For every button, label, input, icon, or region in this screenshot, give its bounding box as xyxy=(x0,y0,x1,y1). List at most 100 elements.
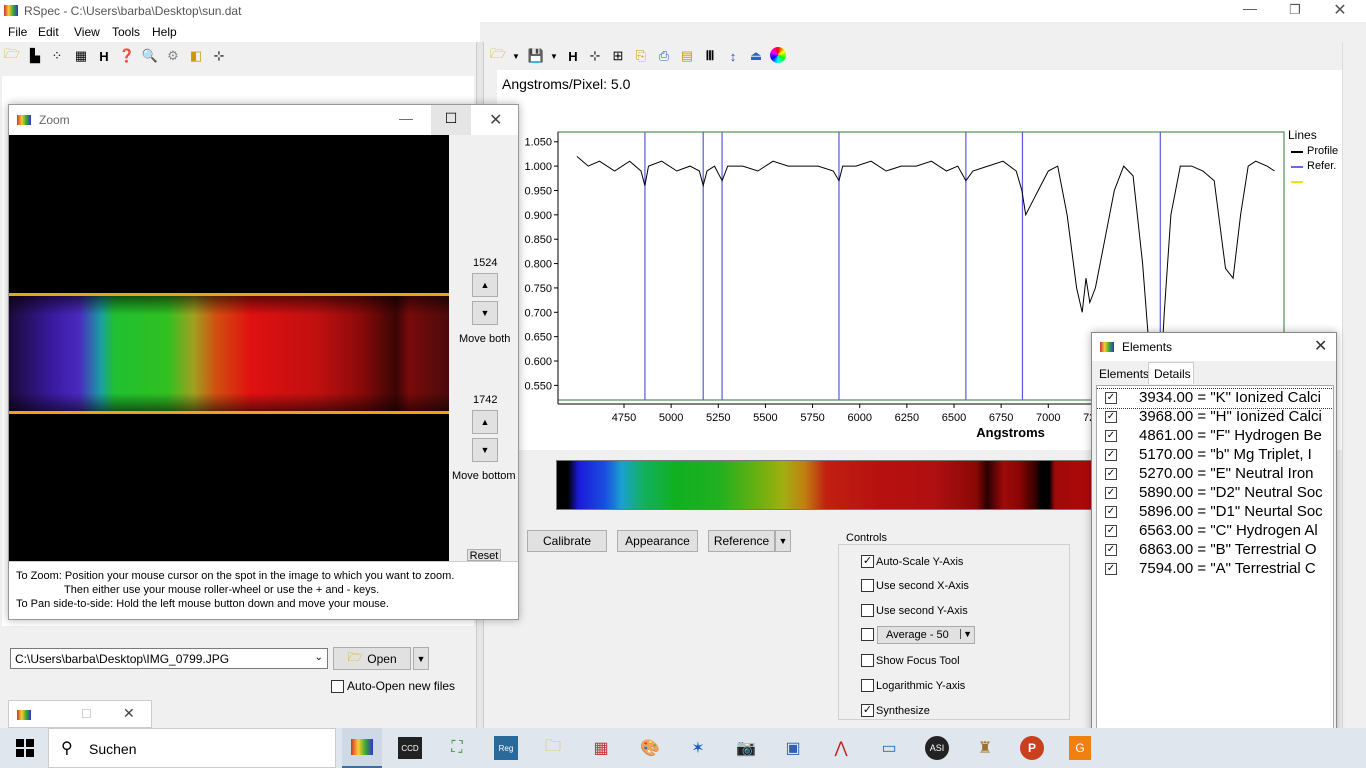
menu-file[interactable]: File xyxy=(8,25,27,39)
element-row[interactable]: ✓ 5890.00 = "D2" Neutral Soc xyxy=(1097,484,1333,503)
mini-window[interactable]: ☐ ✕ xyxy=(8,700,152,728)
open-button[interactable]: 🗁 Open xyxy=(333,647,411,670)
taskbar-stellarium-icon[interactable]: ✶ xyxy=(678,728,718,768)
gear-icon[interactable]: ⚙ xyxy=(164,47,182,65)
average-checkbox[interactable] xyxy=(861,628,874,641)
element-checkbox[interactable]: ✓ xyxy=(1105,506,1117,518)
layers-icon[interactable]: ◧ xyxy=(187,47,205,65)
bottom-marker-line[interactable] xyxy=(9,411,449,414)
element-row[interactable]: ✓ 3968.00 = "H" Ionized Calci xyxy=(1097,408,1333,427)
move-both-down-button[interactable]: ▼ xyxy=(472,301,498,325)
open-folder-icon[interactable]: 🗁 xyxy=(489,46,507,65)
move-bottom-down-button[interactable]: ▼ xyxy=(472,438,498,462)
close-icon[interactable]: ✕ xyxy=(489,110,502,130)
crop-icon[interactable]: ⊹ xyxy=(210,47,228,65)
tab-details[interactable]: Details xyxy=(1148,362,1194,384)
file-path-combo[interactable]: C:\Users\barba\Desktop\IMG_0799.JPG ⌄ xyxy=(10,648,328,669)
taskbar-pdf-icon[interactable]: G xyxy=(1060,728,1100,768)
element-row[interactable]: ✓ 4861.00 = "F" Hydrogen Be xyxy=(1097,427,1333,446)
element-checkbox[interactable]: ✓ xyxy=(1105,563,1117,575)
vertical-scale-icon[interactable]: ↕ xyxy=(724,47,742,65)
zoom-title-bar[interactable]: Zoom — ☐ ✕ xyxy=(9,105,518,135)
element-row[interactable]: ✓ 5896.00 = "D1" Neurtal Soc xyxy=(1097,503,1333,522)
open-folder-icon[interactable]: 🗁 xyxy=(3,46,21,65)
taskbar-paint-icon[interactable]: 🎨 xyxy=(630,728,670,768)
element-row[interactable]: ✓ 3934.00 = "K" Ionized Calci xyxy=(1097,388,1333,409)
second-x-checkbox[interactable] xyxy=(861,579,874,592)
print-icon[interactable]: ⎙ xyxy=(655,47,673,65)
taskbar-camera-icon[interactable]: 📷 xyxy=(726,728,766,768)
help-icon[interactable]: ❓ xyxy=(118,47,136,65)
element-checkbox[interactable]: ✓ xyxy=(1105,392,1117,404)
element-checkbox[interactable]: ✓ xyxy=(1105,449,1117,461)
element-row[interactable]: ✓ 7594.00 = "A" Terrestrial C xyxy=(1097,560,1333,579)
maximize-icon[interactable]: ☐ xyxy=(431,105,471,135)
element-checkbox[interactable]: ✓ xyxy=(1105,430,1117,442)
copy-icon[interactable]: ⎘ xyxy=(632,47,650,65)
menu-edit[interactable]: Edit xyxy=(38,25,59,39)
average-select[interactable]: Average - 50 ▼ xyxy=(877,626,975,644)
minimize-icon[interactable]: — xyxy=(1240,0,1260,22)
taskbar-window-icon[interactable]: ▭ xyxy=(869,728,909,768)
element-row[interactable]: ✓ 6863.00 = "B" Terrestrial O xyxy=(1097,541,1333,560)
taskbar-powerpoint-icon[interactable]: P xyxy=(1012,728,1052,768)
taskbar-registax-icon[interactable]: Reg xyxy=(486,728,526,768)
element-checkbox[interactable]: ✓ xyxy=(1105,468,1117,480)
menu-view[interactable]: View xyxy=(74,25,100,39)
minimize-icon[interactable]: — xyxy=(399,110,413,126)
windows-start-icon[interactable] xyxy=(16,739,34,757)
log-y-checkbox[interactable] xyxy=(861,679,874,692)
restore-icon[interactable]: ❐ xyxy=(1285,2,1305,22)
zoom-image[interactable] xyxy=(9,135,449,561)
move-both-up-button[interactable]: ▲ xyxy=(472,273,498,297)
second-y-checkbox[interactable] xyxy=(861,604,874,617)
chevron-down-icon[interactable]: ▼ xyxy=(507,47,525,65)
element-row[interactable]: ✓ 5170.00 = "b" Mg Triplet, I xyxy=(1097,446,1333,465)
taskbar-asi-icon[interactable]: ASI xyxy=(917,728,957,768)
vertical-scrollbar[interactable] xyxy=(1342,42,1366,728)
taskbar-folder-icon[interactable]: ▣ xyxy=(773,728,813,768)
element-checkbox[interactable]: ✓ xyxy=(1105,525,1117,537)
h-icon[interactable]: H xyxy=(95,47,113,65)
profile-graph-icon[interactable]: ▙ xyxy=(26,47,44,65)
chevron-down-icon[interactable]: ⌄ xyxy=(315,652,323,663)
h-icon[interactable]: H xyxy=(564,47,582,65)
element-row[interactable]: ✓ 5270.00 = "E" Neutral Iron xyxy=(1097,465,1333,484)
close-icon[interactable]: ✕ xyxy=(1314,336,1327,356)
taskbar-rspec-icon[interactable] xyxy=(342,728,382,768)
taskbar-ccd-icon[interactable]: CCD xyxy=(390,728,430,768)
tab-elements[interactable]: Elements xyxy=(1099,367,1149,381)
close-icon[interactable]: ✕ xyxy=(1330,0,1350,22)
measure-icon[interactable]: ▤ xyxy=(678,47,696,65)
appearance-button[interactable]: Appearance xyxy=(617,530,698,552)
element-checkbox[interactable]: ✓ xyxy=(1105,544,1117,556)
taskbar-flowchart-icon[interactable]: ⛶ xyxy=(437,728,477,768)
chevron-down-icon[interactable]: ▼ xyxy=(545,47,563,65)
open-dropdown-button[interactable]: ▼ xyxy=(413,647,429,670)
calibrate-button[interactable]: Calibrate xyxy=(527,530,607,552)
zoom-icon[interactable]: 🔍 xyxy=(141,47,159,65)
element-row[interactable]: ✓ 6563.00 = "C" Hydrogen Al xyxy=(1097,522,1333,541)
element-checkbox[interactable]: ✓ xyxy=(1105,487,1117,499)
taskbar-explorer-icon[interactable]: 🗀 xyxy=(533,728,573,768)
save-icon[interactable]: 💾 xyxy=(527,47,545,65)
crosshair-plus-icon[interactable]: ⊞ xyxy=(609,47,627,65)
focus-tool-checkbox[interactable] xyxy=(861,654,874,667)
auto-open-checkbox[interactable] xyxy=(331,680,344,693)
auto-scale-checkbox[interactable]: ✓ xyxy=(861,555,874,568)
dots-icon[interactable]: ⁘ xyxy=(48,47,66,65)
color-wheel-icon[interactable] xyxy=(770,47,786,63)
reference-dropdown-button[interactable]: ▼ xyxy=(775,530,791,552)
taskbar-search[interactable]: ⚲ Suchen xyxy=(48,728,336,768)
taskbar-graph-icon[interactable]: ⋀ xyxy=(821,728,861,768)
menu-tools[interactable]: Tools xyxy=(112,25,140,39)
taskbar-telescope-icon[interactable]: ♜ xyxy=(965,728,1005,768)
reference-button[interactable]: Reference xyxy=(708,530,775,552)
chevron-down-icon[interactable]: ▼ xyxy=(960,629,972,639)
reset-button[interactable]: Reset xyxy=(467,549,501,561)
grid-icon[interactable]: ▦ xyxy=(72,47,90,65)
restore-icon[interactable]: ☐ xyxy=(81,707,92,721)
menu-help[interactable]: Help xyxy=(152,25,177,39)
top-marker-line[interactable] xyxy=(9,293,449,296)
move-bottom-up-button[interactable]: ▲ xyxy=(472,410,498,434)
